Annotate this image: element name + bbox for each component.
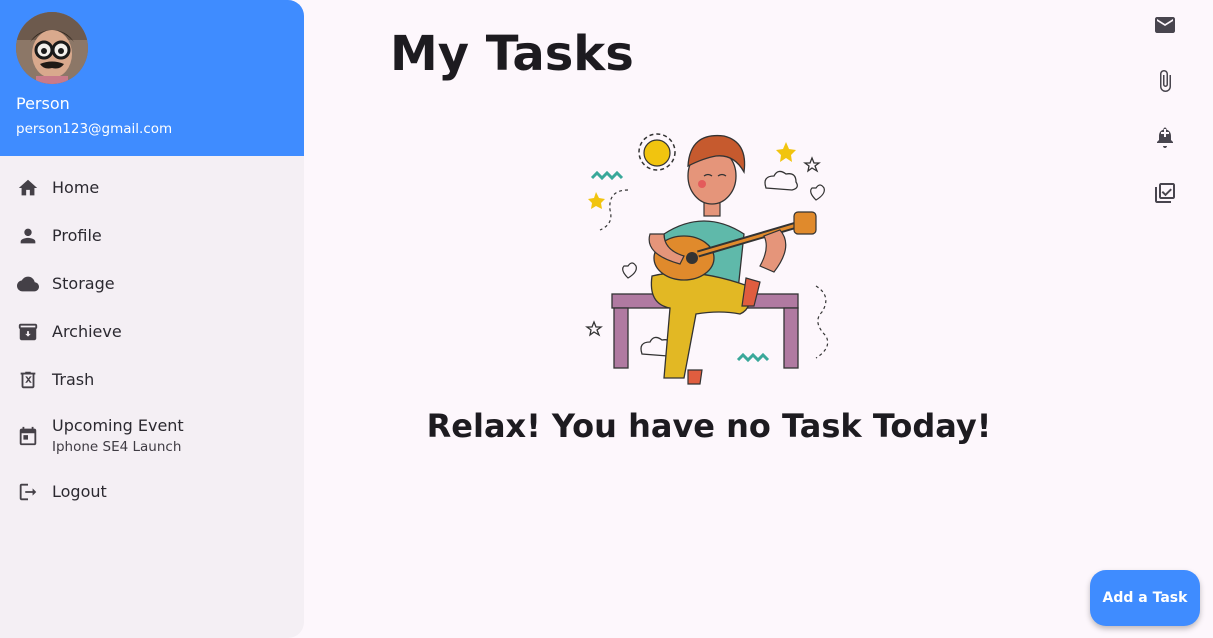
nav-item-trash[interactable]: Trash (0, 356, 304, 404)
drawer-header: Person person123@gmail.com (0, 0, 304, 156)
navigation-drawer: Person person123@gmail.com Home Profile (0, 0, 304, 638)
checklist-icon[interactable] (1146, 174, 1184, 212)
bell-plus-icon[interactable] (1146, 118, 1184, 156)
cloud-icon (16, 272, 40, 296)
avatar[interactable] (16, 12, 88, 84)
user-email: person123@gmail.com (16, 121, 173, 137)
nav-label-home: Home (52, 178, 100, 197)
nav-item-upcoming-event[interactable]: Upcoming Event Iphone SE4 Launch (0, 404, 304, 468)
page-title: My Tasks (390, 26, 634, 82)
mail-icon[interactable] (1146, 6, 1184, 44)
app: Person person123@gmail.com Home Profile (0, 0, 1213, 638)
nav-item-archive[interactable]: Archieve (0, 308, 304, 356)
nav-label-upcoming-event: Upcoming Event (52, 416, 184, 435)
nav-item-profile[interactable]: Profile (0, 212, 304, 260)
sun-icon (638, 133, 676, 171)
empty-state-message: Relax! You have no Task Today! (426, 407, 992, 445)
home-icon (16, 176, 40, 200)
user-name: Person (16, 94, 70, 113)
nav-item-home[interactable]: Home (0, 164, 304, 212)
nav-label-storage: Storage (52, 274, 115, 293)
person-icon (16, 224, 40, 248)
action-rail (1146, 6, 1184, 230)
nav-label-profile: Profile (52, 226, 102, 245)
add-task-button[interactable]: Add a Task (1090, 570, 1200, 626)
nav-list: Home Profile Storage Archieve Trash Upco… (0, 156, 304, 516)
nav-sub-upcoming-event: Iphone SE4 Launch (52, 439, 182, 455)
calendar-icon (16, 424, 40, 448)
relaxing-guitar-illustration (580, 126, 840, 388)
logout-icon (16, 480, 40, 504)
archive-icon (16, 320, 40, 344)
nav-label-archive: Archieve (52, 322, 122, 341)
nav-label-logout: Logout (52, 482, 107, 501)
attachment-icon[interactable] (1146, 62, 1184, 100)
nav-item-storage[interactable]: Storage (0, 260, 304, 308)
nav-item-logout[interactable]: Logout (0, 468, 304, 516)
nav-label-trash: Trash (52, 370, 95, 389)
trash-icon (16, 368, 40, 392)
